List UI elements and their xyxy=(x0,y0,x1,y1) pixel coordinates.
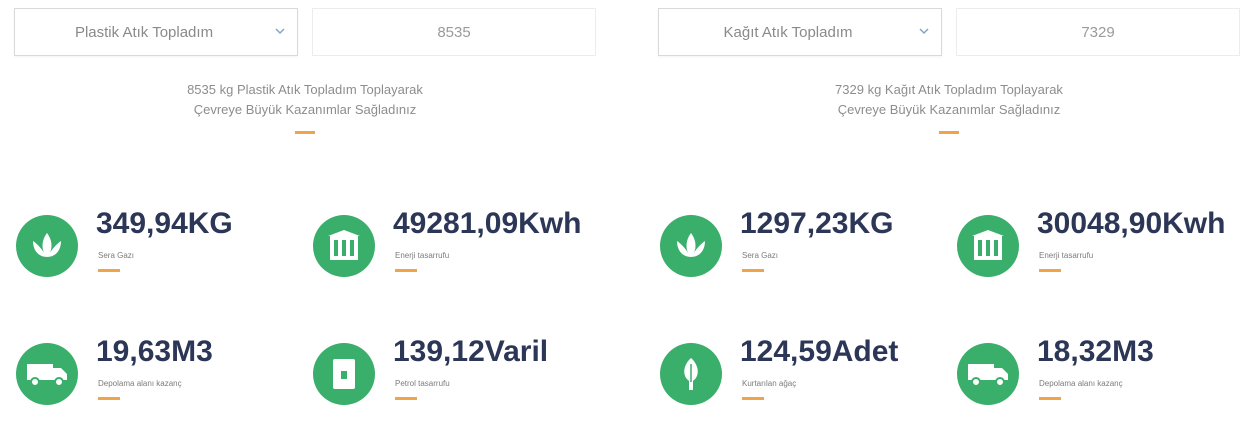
message-divider xyxy=(939,131,959,134)
stat-energy-saving: 30048,90Kwh Enerji tasarrufu xyxy=(957,207,1237,287)
stat-label: Sera Gazı xyxy=(742,251,779,260)
stat-label: Enerji tasarrufu xyxy=(395,251,450,260)
amount-value: 8535 xyxy=(437,23,471,41)
waste-type-select[interactable]: Kağıt Atık Topladım xyxy=(658,8,942,56)
stat-value: 19,63M3 xyxy=(96,335,213,368)
truck-icon xyxy=(957,343,1019,405)
chevron-down-icon xyxy=(919,28,929,35)
stat-value: 18,32M3 xyxy=(1037,335,1154,368)
waste-type-select-label: Kağıt Atık Topladım xyxy=(723,23,853,41)
amount-value: 7329 xyxy=(1081,23,1115,41)
waste-type-select[interactable]: Plastik Atık Topladım xyxy=(14,8,298,56)
stat-greenhouse-gas: 1297,23KG Sera Gazı xyxy=(660,207,940,287)
oil-barrel-icon xyxy=(313,343,375,405)
stat-label: Enerji tasarrufu xyxy=(1039,251,1094,260)
message-divider xyxy=(295,131,315,134)
stat-value: 349,94KG xyxy=(96,207,233,240)
stat-label: Depolama alanı kazanç xyxy=(1039,379,1123,388)
building-icon xyxy=(957,215,1019,277)
stat-trees-saved: 124,59Adet Kurtarılan ağaç xyxy=(660,335,940,415)
result-message-line1: 7329 kg Kağıt Atık Topladım Toplayarak xyxy=(835,82,1063,97)
stat-label: Depolama alanı kazanç xyxy=(98,379,182,388)
building-icon xyxy=(313,215,375,277)
stat-divider xyxy=(98,397,120,400)
stat-divider xyxy=(1039,269,1061,272)
stat-storage-space: 19,63M3 Depolama alanı kazanç xyxy=(16,335,296,415)
stat-label: Kurtarılan ağaç xyxy=(742,379,797,388)
stat-divider xyxy=(742,397,764,400)
stat-value: 139,12Varil xyxy=(393,335,549,368)
stat-greenhouse-gas: 349,94KG Sera Gazı xyxy=(16,207,296,287)
result-message: 7329 kg Kağıt Atık Topladım Toplayarak Ç… xyxy=(650,80,1248,120)
stat-label: Petrol tasarrufu xyxy=(395,379,450,388)
lotus-icon xyxy=(660,215,722,277)
stat-divider xyxy=(395,397,417,400)
chevron-down-icon xyxy=(275,28,285,35)
stat-divider xyxy=(98,269,120,272)
result-message-line1: 8535 kg Plastik Atık Topladım Toplayarak xyxy=(187,82,423,97)
stat-label: Sera Gazı xyxy=(98,251,135,260)
stat-energy-saving: 49281,09Kwh Enerji tasarrufu xyxy=(313,207,593,287)
truck-icon xyxy=(16,343,78,405)
stat-value: 124,59Adet xyxy=(740,335,899,368)
tree-icon xyxy=(660,343,722,405)
plastic-waste-panel: Plastik Atık Topladım 8535 8535 kg Plast… xyxy=(6,0,604,420)
lotus-icon xyxy=(16,215,78,277)
result-message-line2: Çevreye Büyük Kazanımlar Sağladınız xyxy=(193,102,417,117)
amount-input[interactable]: 7329 xyxy=(956,8,1240,56)
stat-value: 1297,23KG xyxy=(740,207,894,240)
waste-type-select-label: Plastik Atık Topladım xyxy=(74,23,214,41)
result-message: 8535 kg Plastik Atık Topladım Toplayarak… xyxy=(6,80,604,120)
result-message-line2: Çevreye Büyük Kazanımlar Sağladınız xyxy=(837,102,1061,117)
stat-divider xyxy=(1039,397,1061,400)
stat-divider xyxy=(395,269,417,272)
stat-value: 30048,90Kwh xyxy=(1037,207,1226,240)
stat-oil-saving: 139,12Varil Petrol tasarrufu xyxy=(313,335,593,415)
paper-waste-panel: Kağıt Atık Topladım 7329 7329 kg Kağıt A… xyxy=(650,0,1248,420)
stat-value: 49281,09Kwh xyxy=(393,207,582,240)
stat-storage-space: 18,32M3 Depolama alanı kazanç xyxy=(957,335,1237,415)
stat-divider xyxy=(742,269,764,272)
amount-input[interactable]: 8535 xyxy=(312,8,596,56)
